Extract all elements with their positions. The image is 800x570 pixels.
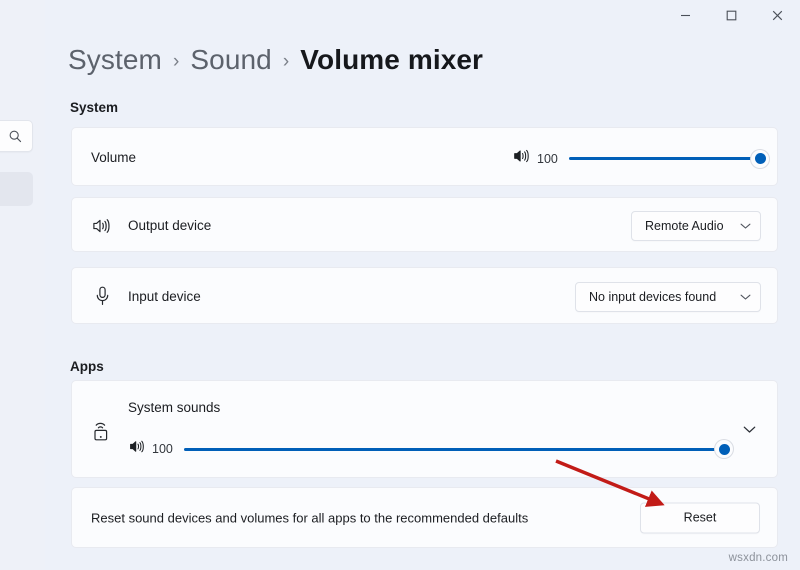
volume-slider-track[interactable] (569, 149, 769, 168)
page-title: Volume mixer (300, 44, 484, 75)
breadcrumb-separator: › (172, 51, 180, 72)
maximize-icon (726, 10, 736, 20)
breadcrumb-separator: › (282, 51, 290, 72)
window-controls (662, 0, 800, 30)
output-device-value: Remote Audio (645, 219, 724, 233)
system-sounds-slider-thumb[interactable] (715, 440, 733, 458)
card-system-sounds[interactable]: System sounds 100 (71, 380, 778, 478)
volume-row-label: Volume (91, 150, 137, 165)
sidebar-item-selected[interactable] (0, 172, 33, 206)
breadcrumb-link-system[interactable]: System (68, 44, 162, 76)
search-input[interactable] (0, 120, 33, 152)
minimize-button[interactable] (662, 0, 708, 30)
chevron-down-icon (731, 293, 751, 301)
minimize-icon (680, 14, 690, 16)
watermark: wsxdn.com (728, 552, 788, 564)
search-icon (8, 129, 23, 144)
close-icon (772, 10, 782, 20)
volume-slider-value: 100 (537, 151, 558, 166)
volume-slider-thumb[interactable] (751, 149, 769, 168)
settings-window: n (0, 0, 800, 570)
system-sounds-slider-track[interactable] (184, 440, 733, 458)
card-volume: Volume 100 (71, 127, 778, 186)
system-sounds-label: System sounds (128, 400, 221, 415)
speaker-volume-icon (89, 214, 113, 238)
input-device-value: No input devices found (589, 290, 717, 304)
reset-description: Reset sound devices and volumes for all … (91, 510, 529, 525)
input-device-label: Input device (128, 289, 201, 304)
maximize-button[interactable] (708, 0, 754, 30)
sidebar: n (0, 0, 45, 570)
output-device-label: Output device (128, 218, 212, 233)
section-heading-apps: Apps (70, 359, 104, 374)
system-sounds-device-icon (89, 416, 117, 446)
breadcrumb: System › Sound › Volume mixer (68, 44, 483, 76)
card-output-device: Output device Remote Audio (71, 197, 778, 252)
expand-system-sounds-chevron-down-icon[interactable] (737, 417, 761, 441)
chevron-down-icon (731, 222, 751, 230)
speaker-volume-icon (129, 439, 145, 459)
speaker-volume-icon (513, 148, 530, 169)
input-device-dropdown[interactable]: No input devices found (575, 282, 761, 312)
system-sounds-slider-group[interactable]: 100 (129, 439, 744, 459)
output-device-dropdown[interactable]: Remote Audio (631, 211, 761, 241)
section-heading-system: System (70, 100, 119, 115)
microphone-icon (90, 284, 114, 308)
card-reset: Reset sound devices and volumes for all … (71, 487, 778, 548)
volume-slider-group[interactable]: 100 (513, 148, 769, 169)
close-button[interactable] (754, 0, 800, 30)
system-sounds-slider-value: 100 (152, 442, 173, 456)
breadcrumb-link-sound[interactable]: Sound (190, 44, 271, 76)
card-input-device: Input device No input devices found (71, 267, 778, 324)
reset-button[interactable]: Reset (640, 502, 760, 533)
